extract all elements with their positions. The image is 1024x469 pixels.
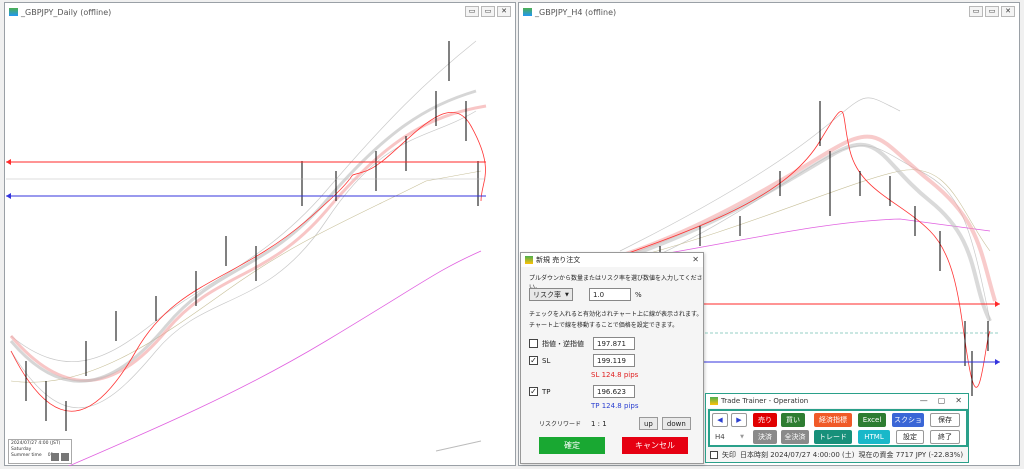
operation-window-controls: — ▢ ✕ [920, 396, 962, 405]
close-icon[interactable]: ✕ [955, 396, 962, 405]
timeframe-value: H4 [715, 433, 725, 441]
up-button[interactable]: up [639, 417, 658, 430]
nav-arrows [51, 453, 69, 461]
mode-select[interactable]: リスク率 ▼ [529, 288, 573, 301]
restore-button[interactable]: ▭ [481, 6, 495, 17]
note-line2: チャート上で線を移動することで価格を設定できます。 [529, 322, 679, 329]
exit-button[interactable]: 終了 [930, 430, 960, 444]
dialog-title: 新規 売り注文 [536, 256, 581, 264]
stop-entry-checkbox[interactable] [529, 339, 538, 348]
tp-checkbox[interactable]: ✓ [529, 387, 538, 396]
prev-bar-button[interactable]: ◀ [712, 413, 728, 427]
sl-pips: SL 124.8 pips [591, 371, 639, 379]
chevron-down-icon: ▼ [565, 291, 569, 298]
arrow-label: 矢印 [722, 451, 736, 459]
settle-all-button[interactable]: 全決済 [781, 430, 809, 444]
daily-chart-title: _GBPJPY_Daily (offline) [21, 7, 112, 17]
app-icon [525, 256, 533, 264]
save-button[interactable]: 保存 [930, 413, 960, 427]
confirm-button[interactable]: 確定 [539, 437, 605, 454]
prev-arrow-icon[interactable] [51, 453, 59, 461]
h4-chart-titlebar: _GBPJPY_H4 (offline) [519, 3, 1019, 21]
html-button[interactable]: HTML [858, 430, 890, 444]
status-bar: 矢印 日本時刻 2024/07/27 4:00:00 (土) 現在の資金 771… [710, 450, 963, 460]
risk-reward-value: 1 : 1 [591, 419, 607, 428]
chart-icon [523, 8, 532, 16]
minimize-icon[interactable]: — [920, 396, 928, 405]
tp-pips: TP 124.8 pips [591, 402, 639, 410]
stop-entry-label: 指値・逆指値 [542, 339, 584, 348]
mode-unit: % [635, 290, 642, 299]
restore-icon[interactable]: ▢ [938, 396, 946, 405]
risk-reward-label: リスクリワード [539, 421, 582, 428]
operation-title: Trade Trainer - Operation [721, 397, 809, 405]
buy-button[interactable]: 買い [781, 413, 805, 427]
next-bar-button[interactable]: ▶ [731, 413, 747, 427]
close-button[interactable]: ✕ [1001, 6, 1015, 17]
mode-select-value: リスク率 [533, 290, 561, 299]
current-time: 日本時刻 2024/07/27 4:00:00 (土) [740, 451, 855, 459]
mode-value-input[interactable]: 1.0 [589, 288, 631, 301]
down-button[interactable]: down [661, 417, 691, 430]
operation-button-panel: ◀ ▶ 売り 買い 経済指標 Excel スクショ 保存 H4 ▼ 決済 全決済 … [708, 409, 968, 447]
h4-chart-title: _GBPJPY_H4 (offline) [535, 7, 617, 17]
minimize-button[interactable]: ▭ [969, 6, 983, 17]
close-button[interactable]: ✕ [497, 6, 511, 17]
sell-order-dialog: 新規 売り注文 ✕ プルダウンから数量またはリスク率を選び数値を入力してください… [520, 252, 704, 464]
timeframe-select[interactable]: H4 ▼ [712, 430, 747, 444]
next-arrow-icon[interactable] [61, 453, 69, 461]
tp-label: TP [542, 387, 551, 396]
econ-indicator-button[interactable]: 経済指標 [814, 413, 852, 427]
dialog-titlebar: 新規 売り注文 [521, 253, 703, 267]
excel-button[interactable]: Excel [858, 413, 886, 427]
stop-entry-input[interactable]: 197.871 [593, 337, 635, 350]
chart-icon [9, 8, 18, 16]
arrow-checkbox[interactable] [710, 451, 718, 459]
daily-chart-titlebar: _GBPJPY_Daily (offline) [5, 3, 515, 21]
minimize-button[interactable]: ▭ [465, 6, 479, 17]
date-info-box: 2024/07/27 4:00 (JST) Saturday Summer ti… [8, 439, 72, 464]
daily-window-controls: ▭ ▭ ✕ [465, 6, 511, 17]
app-icon [710, 397, 718, 405]
tp-input[interactable]: 196.623 [593, 385, 635, 398]
daily-chart-canvas[interactable]: 2024/07/27 4:00 (JST) Saturday Summer ti… [6, 21, 516, 466]
sell-button[interactable]: 売り [753, 413, 777, 427]
h4-window-controls: ▭ ▭ ✕ [969, 6, 1015, 17]
screenshot-button[interactable]: スクショ [892, 413, 924, 427]
sl-input[interactable]: 199.119 [593, 354, 635, 367]
cancel-button[interactable]: キャンセル [622, 437, 688, 454]
operation-window: Trade Trainer - Operation — ▢ ✕ ◀ ▶ 売り 買… [705, 393, 969, 463]
chevron-down-icon: ▼ [740, 434, 744, 440]
sl-checkbox[interactable]: ✓ [529, 356, 538, 365]
trend-button[interactable]: トレード [814, 430, 852, 444]
current-funds: 現在の資金 7717 JPY (-22.83%) [858, 451, 964, 459]
daily-chart-window: _GBPJPY_Daily (offline) ▭ ▭ ✕ 2024/07/27… [4, 2, 516, 466]
date-info-line3: Summer time [11, 453, 42, 458]
daily-chart-plot[interactable] [6, 21, 516, 466]
sl-label: SL [542, 356, 551, 365]
note-line1: チェックを入れると有効化されチャート上に線が表示されます。 [529, 311, 703, 318]
restore-button[interactable]: ▭ [985, 6, 999, 17]
dialog-close-icon[interactable]: ✕ [692, 255, 699, 264]
settle-button[interactable]: 決済 [753, 430, 777, 444]
settings-button[interactable]: 設定 [896, 430, 924, 444]
